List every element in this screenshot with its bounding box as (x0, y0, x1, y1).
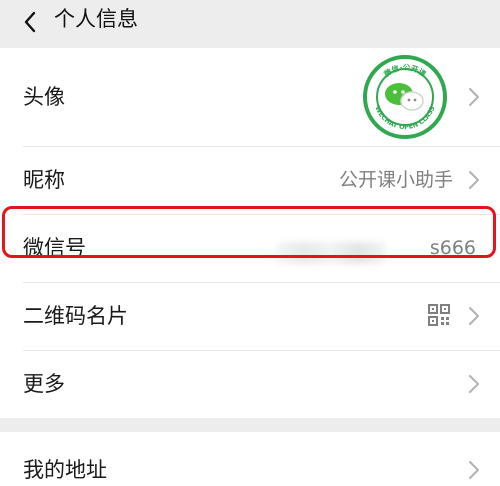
nickname-value: 公开课小助手 (338, 169, 453, 191)
avatar-row[interactable]: 头像 微信·公开课 WECHAT OPEN CLASS (0, 48, 500, 146)
wechat-id-redaction (276, 242, 386, 264)
address-row[interactable]: 我的地址 (0, 432, 500, 486)
avatar: 微信·公开课 WECHAT OPEN CLASS (363, 55, 447, 139)
address-group: 我的地址 (0, 432, 500, 486)
chevron-left-icon (24, 11, 36, 33)
more-label: 更多 (23, 372, 65, 396)
back-button[interactable] (12, 4, 48, 40)
wechat-id-label: 微信号 (23, 236, 86, 260)
chevron-right-icon (469, 171, 479, 189)
more-row[interactable]: 更多 (0, 350, 500, 418)
nickname-row[interactable]: 昵称 公开课小助手 (0, 146, 500, 214)
profile-group: 头像 微信·公开课 WECHAT OPEN CLASS 昵称 公开课小助手 微信… (0, 48, 500, 418)
qr-card-row[interactable]: 二维码名片 (0, 282, 500, 350)
chevron-right-icon (469, 375, 479, 393)
chevron-right-icon (469, 88, 479, 106)
address-label: 我的地址 (23, 458, 107, 482)
qr-code-icon (428, 304, 450, 326)
nickname-label: 昵称 (23, 168, 65, 192)
chevron-right-icon (469, 307, 479, 325)
page-title: 个人信息 (54, 7, 138, 31)
avatar-label: 头像 (23, 85, 65, 109)
wechat-id-row[interactable]: 微信号 s666 (0, 214, 500, 282)
qr-card-label: 二维码名片 (23, 304, 128, 328)
wechat-id-value: s666 (429, 237, 476, 259)
chevron-right-icon (469, 461, 479, 479)
nav-header: 个人信息 (0, 0, 500, 48)
